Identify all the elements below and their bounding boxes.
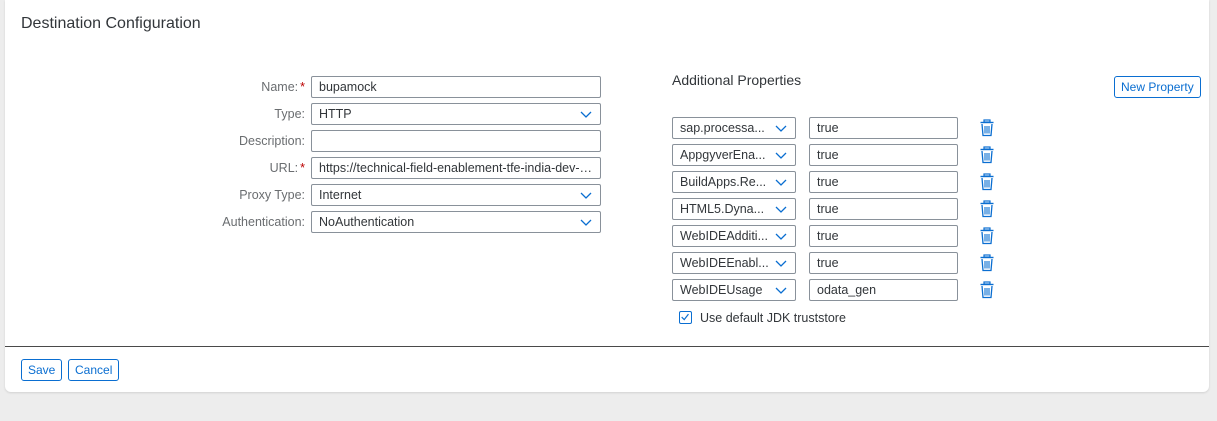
trash-icon[interactable] <box>979 173 995 191</box>
chevron-down-icon <box>775 125 787 132</box>
property-row: WebIDEUsage odata_gen <box>672 279 1002 301</box>
property-row: WebIDEEnabl... true <box>672 252 1002 274</box>
chevron-down-icon <box>775 206 787 213</box>
property-key-value: AppgyverEna... <box>680 148 766 162</box>
cancel-button[interactable]: Cancel <box>68 359 120 381</box>
property-key-select[interactable]: BuildApps.Re... <box>672 171 796 193</box>
property-key-select[interactable]: HTML5.Dyna... <box>672 198 796 220</box>
trash-icon[interactable] <box>979 146 995 164</box>
authentication-select-value: NoAuthentication <box>319 215 415 229</box>
property-key-value: sap.processa... <box>680 121 765 135</box>
type-select[interactable]: HTTP <box>311 103 601 125</box>
destination-panel: Destination Configuration Name: * bupamoc… <box>5 0 1209 392</box>
chevron-down-icon <box>775 260 787 267</box>
description-input[interactable] <box>311 130 601 152</box>
property-key-select[interactable]: WebIDEUsage <box>672 279 796 301</box>
trash-icon[interactable] <box>979 281 995 299</box>
name-input[interactable]: bupamock <box>311 76 601 98</box>
chevron-down-icon <box>580 192 592 199</box>
page-title: Destination Configuration <box>21 15 201 32</box>
footer-divider <box>5 346 1209 347</box>
chevron-down-icon <box>580 111 592 118</box>
type-label: Type: <box>274 107 305 121</box>
jdk-truststore-checkbox[interactable] <box>679 311 692 324</box>
property-value-input[interactable]: true <box>809 171 958 193</box>
property-row: HTML5.Dyna... true <box>672 198 1002 220</box>
property-row: sap.processa... true <box>672 117 1002 139</box>
property-value-input[interactable]: true <box>809 225 958 247</box>
save-button[interactable]: Save <box>21 359 63 381</box>
name-label: Name: * <box>261 80 305 94</box>
type-select-value: HTTP <box>319 107 352 121</box>
property-row: WebIDEAdditi... true <box>672 225 1002 247</box>
required-marker: * <box>300 80 305 94</box>
property-key-value: BuildApps.Re... <box>680 175 767 189</box>
proxy-type-label: Proxy Type: <box>239 188 305 202</box>
trash-icon[interactable] <box>979 200 995 218</box>
checkmark-icon <box>681 313 689 321</box>
chevron-down-icon <box>775 179 787 186</box>
property-value-input[interactable]: odata_gen <box>809 279 958 301</box>
property-key-value: WebIDEAdditi... <box>680 229 769 243</box>
jdk-truststore-label: Use default JDK truststore <box>700 311 846 325</box>
additional-properties-title: Additional Properties <box>672 72 802 88</box>
property-key-value: WebIDEUsage <box>680 283 763 297</box>
new-property-button[interactable]: New Property <box>1114 76 1201 98</box>
proxy-type-select[interactable]: Internet <box>311 184 601 206</box>
url-label: URL: * <box>269 161 305 175</box>
url-input[interactable]: https://technical-field-enablement-tfe-i… <box>311 157 601 179</box>
property-key-select[interactable]: sap.processa... <box>672 117 796 139</box>
property-key-value: WebIDEEnabl... <box>680 256 769 270</box>
property-key-value: HTML5.Dyna... <box>680 202 765 216</box>
trash-icon[interactable] <box>979 254 995 272</box>
property-value-input[interactable]: true <box>809 117 958 139</box>
property-key-select[interactable]: WebIDEAdditi... <box>672 225 796 247</box>
authentication-select[interactable]: NoAuthentication <box>311 211 601 233</box>
chevron-down-icon <box>775 287 787 294</box>
property-key-select[interactable]: AppgyverEna... <box>672 144 796 166</box>
chevron-down-icon <box>775 233 787 240</box>
property-value-input[interactable]: true <box>809 252 958 274</box>
description-label: Description: <box>239 134 305 148</box>
chevron-down-icon <box>775 152 787 159</box>
trash-icon[interactable] <box>979 119 995 137</box>
chevron-down-icon <box>580 219 592 226</box>
proxy-type-select-value: Internet <box>319 188 362 202</box>
property-value-input[interactable]: true <box>809 144 958 166</box>
property-key-select[interactable]: WebIDEEnabl... <box>672 252 796 274</box>
property-row: AppgyverEna... true <box>672 144 1002 166</box>
property-row: BuildApps.Re... true <box>672 171 1002 193</box>
trash-icon[interactable] <box>979 227 995 245</box>
authentication-label: Authentication: <box>222 215 305 229</box>
property-value-input[interactable]: true <box>809 198 958 220</box>
required-marker: * <box>300 161 305 175</box>
